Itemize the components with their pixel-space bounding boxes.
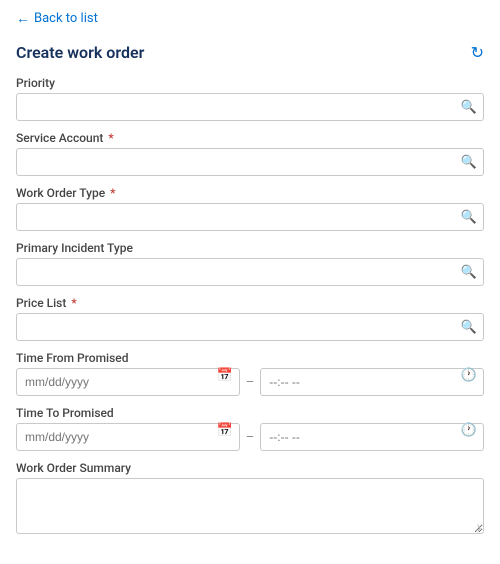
price-list-label: Price List * [16, 296, 484, 310]
priority-field-group: Priority 🔍 [16, 76, 484, 121]
time-to-time-wrapper: 🕐 [260, 423, 484, 451]
time-to-promised-label: Time To Promised [16, 406, 484, 420]
page-title: Create work order [16, 43, 144, 62]
back-to-list-link[interactable]: ← Back to list [16, 10, 484, 27]
priority-label: Priority [16, 76, 484, 90]
time-to-dash: – [244, 430, 257, 445]
work-order-summary-wrapper: ⧽ [16, 478, 484, 538]
primary-incident-type-input-wrapper: 🔍 [16, 258, 484, 286]
time-to-promised-datetime-row: 📅 – 🕐 [16, 423, 484, 451]
time-from-date-wrapper: 📅 [16, 368, 240, 396]
primary-incident-type-input[interactable] [16, 258, 484, 286]
work-order-type-label: Work Order Type * [16, 186, 484, 200]
time-to-promised-field-group: Time To Promised 📅 – 🕐 [16, 406, 484, 451]
time-to-time-input[interactable] [260, 423, 484, 451]
time-from-time-wrapper: 🕐 [260, 368, 484, 396]
time-to-date-wrapper: 📅 [16, 423, 240, 451]
service-account-input-wrapper: 🔍 [16, 148, 484, 176]
time-from-promised-label: Time From Promised [16, 351, 484, 365]
price-list-input[interactable] [16, 313, 484, 341]
priority-input[interactable] [16, 93, 484, 121]
time-from-dash: – [244, 375, 257, 390]
time-from-time-input[interactable] [260, 368, 484, 396]
work-order-type-required: * [107, 186, 115, 200]
price-list-field-group: Price List * 🔍 [16, 296, 484, 341]
price-list-required: * [68, 296, 76, 310]
time-from-date-input[interactable] [16, 368, 240, 396]
refresh-icon[interactable]: ↻ [471, 43, 484, 62]
primary-incident-type-label: Primary Incident Type [16, 241, 484, 255]
work-order-summary-textarea[interactable] [16, 478, 484, 534]
form-header: Create work order ↻ [16, 43, 484, 62]
time-from-promised-datetime-row: 📅 – 🕐 [16, 368, 484, 396]
time-from-promised-field-group: Time From Promised 📅 – 🕐 [16, 351, 484, 396]
back-arrow-icon: ← [16, 10, 30, 27]
work-order-summary-label: Work Order Summary [16, 461, 484, 475]
work-order-type-input-wrapper: 🔍 [16, 203, 484, 231]
back-to-list-label: Back to list [34, 11, 98, 26]
time-to-date-input[interactable] [16, 423, 240, 451]
primary-incident-type-field-group: Primary Incident Type 🔍 [16, 241, 484, 286]
work-order-type-input[interactable] [16, 203, 484, 231]
service-account-label: Service Account * [16, 131, 484, 145]
work-order-summary-field-group: Work Order Summary ⧽ [16, 461, 484, 538]
priority-input-wrapper: 🔍 [16, 93, 484, 121]
service-account-field-group: Service Account * 🔍 [16, 131, 484, 176]
service-account-required: * [105, 131, 113, 145]
work-order-type-field-group: Work Order Type * 🔍 [16, 186, 484, 231]
service-account-input[interactable] [16, 148, 484, 176]
price-list-input-wrapper: 🔍 [16, 313, 484, 341]
